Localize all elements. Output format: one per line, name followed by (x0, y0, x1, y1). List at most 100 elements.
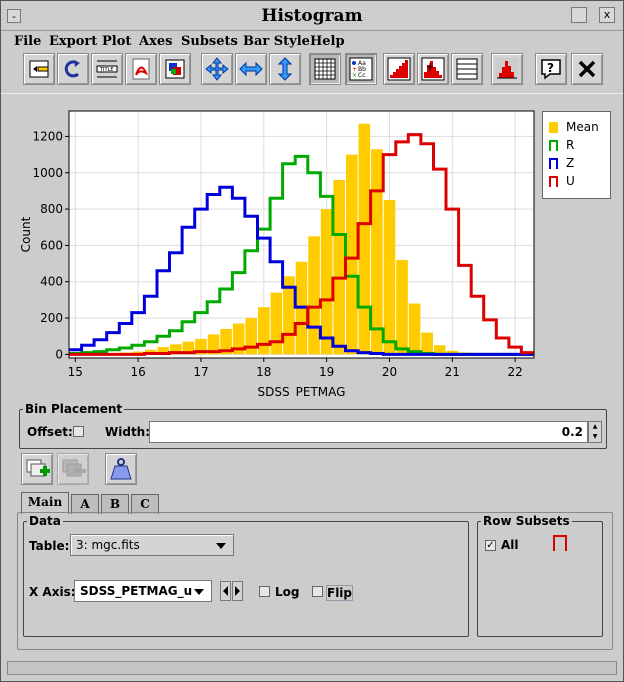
grid-toggle-button[interactable] (309, 53, 341, 85)
bin-placement-title: Bin Placement (23, 402, 125, 416)
menu-file[interactable]: File (14, 34, 41, 49)
spin-up-icon[interactable]: ▲ (589, 422, 601, 432)
replot-button[interactable] (57, 53, 89, 85)
histogram-bar-mean (320, 209, 333, 355)
tab-a[interactable]: A (71, 494, 99, 514)
gif-export-icon (165, 59, 185, 79)
all-subset-label: All (501, 538, 519, 552)
chevron-down-icon (194, 589, 204, 595)
grid-icon (314, 58, 336, 80)
flip-checkbox[interactable] (312, 586, 323, 597)
y-tick-label: 200 (40, 311, 63, 325)
spin-down-icon[interactable]: ▼ (589, 432, 601, 442)
legend-label-z: Z (566, 156, 575, 170)
move-zoom-button[interactable] (201, 53, 233, 85)
import-button[interactable] (23, 53, 55, 85)
weighted-button[interactable] (417, 53, 449, 85)
menu-export[interactable]: Export (49, 34, 97, 49)
width-field[interactable]: 0.2 (149, 421, 588, 443)
x-resize-button[interactable] (235, 53, 267, 85)
all-subset-style-icon[interactable] (553, 535, 567, 551)
gif-export-button[interactable] (159, 53, 191, 85)
close-icon (578, 60, 596, 78)
all-subset-checkbox[interactable]: ✓ (485, 540, 496, 551)
xaxis-select[interactable]: SDSS_PETMAG_u (74, 580, 212, 602)
status-bar (7, 661, 617, 675)
window-close-button[interactable]: x (599, 7, 615, 23)
histogram-bar-mean (345, 154, 358, 355)
row-subsets-panel (477, 521, 603, 637)
add-subset-button[interactable] (21, 453, 53, 485)
y-tick-label: 0 (55, 347, 63, 361)
tab-b[interactable]: B (101, 494, 129, 514)
triangle-left-icon (223, 586, 228, 596)
tab-main[interactable]: Main (21, 492, 69, 514)
tab-c[interactable]: C (131, 494, 159, 514)
x-tick-label: 21 (445, 365, 460, 379)
legend-label-r: R (566, 138, 575, 152)
width-spinner[interactable]: ▲ ▼ (588, 421, 602, 443)
xaxis-prev-button[interactable] (220, 581, 231, 601)
cumulative-icon (387, 57, 411, 81)
histogram-bar-mean (245, 318, 258, 355)
help-button[interactable]: ? (535, 53, 567, 85)
move-zoom-icon (205, 57, 229, 81)
axis-labels-button[interactable]: TITLE (91, 53, 123, 85)
legend-swatch-mean (549, 122, 558, 133)
log-label: Log (275, 585, 300, 599)
xaxis-select-value: SDSS_PETMAG_u (80, 584, 193, 598)
legend-swatch-r (549, 140, 558, 151)
legend-toggle-button[interactable]: Aa + Bb × Cc (345, 53, 377, 85)
legend-swatch-u (549, 176, 558, 187)
offset-checkbox[interactable] (73, 426, 84, 437)
import-icon (29, 60, 49, 78)
title-bar[interactable]: - Histogram x (1, 1, 623, 31)
menu-subsets[interactable]: Subsets (181, 34, 238, 49)
remove-subset-button[interactable] (57, 453, 89, 485)
legend-icon: Aa+ Bb× Cc (349, 57, 373, 81)
svg-text:Cc: Cc (358, 72, 366, 79)
y-tick-label: 1200 (32, 129, 63, 143)
histogram-bar-mean (270, 292, 283, 355)
y-tick-label: 1000 (32, 166, 63, 180)
y-resize-icon (277, 57, 293, 81)
flip-label: Flip (326, 585, 354, 601)
width-value: 0.2 (561, 425, 583, 439)
minimize-button[interactable] (571, 7, 587, 23)
menu-bar-style[interactable]: Bar Style (243, 34, 310, 49)
x-axis-label: SDSS_PETMAG (258, 385, 346, 397)
menu-help[interactable]: Help (310, 34, 345, 49)
log-checkbox[interactable] (259, 586, 270, 597)
x-tick-label: 15 (68, 365, 83, 379)
x-tick-label: 22 (508, 365, 523, 379)
cumulative-button[interactable] (383, 53, 415, 85)
menu-axes[interactable]: Axes (139, 34, 172, 49)
x-resize-icon (239, 61, 263, 77)
histogram-bar-mean (308, 236, 320, 355)
xaxis-label: X Axis: (29, 585, 76, 599)
normalise-button[interactable] (491, 53, 523, 85)
stats-button[interactable] (451, 53, 483, 85)
table-select[interactable]: 3: mgc.fits (70, 534, 234, 556)
axis-labels-icon: TITLE (96, 60, 118, 78)
toolbar-separator (1, 93, 623, 94)
table-label: Table: (29, 539, 70, 553)
xaxis-next-button[interactable] (232, 581, 243, 601)
weights-button[interactable] (105, 453, 137, 485)
histogram-bar-mean (358, 123, 371, 355)
y-resize-button[interactable] (269, 53, 301, 85)
y-tick-label: 800 (40, 202, 63, 216)
close-button[interactable] (571, 53, 603, 85)
remove-layer-icon (62, 459, 86, 477)
pdf-export-button[interactable] (125, 53, 157, 85)
histogram-bar-mean (421, 332, 433, 355)
y-axis-label: Count (19, 216, 33, 252)
histogram-window: - Histogram x File Export Plot Axes Subs… (0, 0, 624, 682)
menu-plot[interactable]: Plot (102, 34, 131, 49)
histogram-bar-mean (396, 259, 408, 355)
checkmark-icon: ✓ (486, 540, 495, 551)
width-label: Width: (105, 425, 151, 439)
stats-icon (456, 58, 478, 80)
histogram-plot[interactable]: 15 16 17 18 19 20 21 22 0 200 400 600 800 1000 1200 SDS… (1, 97, 623, 397)
legend: Mean R Z U (542, 111, 611, 199)
